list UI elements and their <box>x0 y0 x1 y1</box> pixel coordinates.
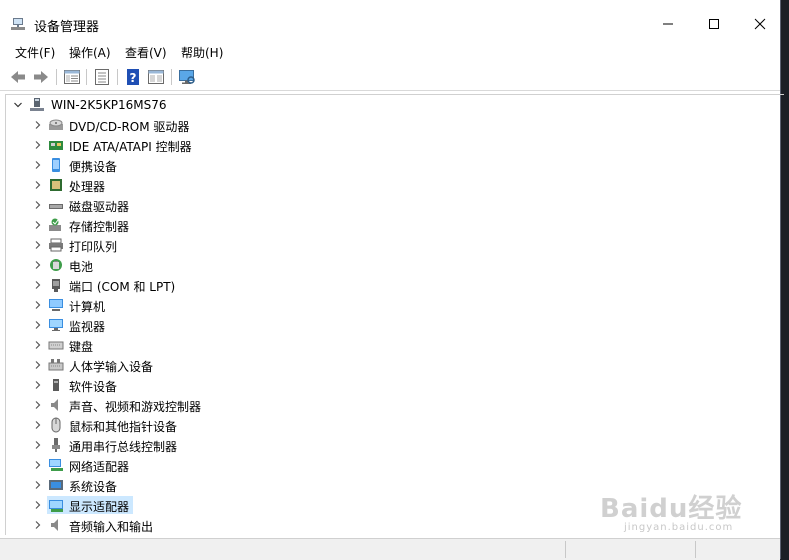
tree-item-label: 键盘 <box>69 340 94 354</box>
back-icon[interactable] <box>9 68 27 86</box>
minimize-icon <box>663 23 673 25</box>
device-manager-window: 设备管理器 文件(F) 操作(A) 查看(V) 帮助(H) ? WIN-2K5K… <box>0 0 784 560</box>
chevron-right-icon[interactable] <box>33 480 43 490</box>
storage-controller-icon <box>49 218 61 231</box>
close-button[interactable] <box>737 8 783 40</box>
tree-item-label: 通用串行总线控制器 <box>69 440 178 454</box>
tree-item-label: 存储控制器 <box>69 220 130 234</box>
help-icon[interactable]: ? <box>124 68 142 86</box>
audio-io-icon <box>51 519 58 531</box>
tree-item-label: IDE ATA/ATAPI 控制器 <box>69 140 192 154</box>
list-view-icon[interactable] <box>93 68 111 86</box>
chevron-right-icon[interactable] <box>33 460 43 470</box>
menu-view[interactable]: 查看(V) <box>125 44 167 61</box>
chevron-right-icon[interactable] <box>33 140 43 150</box>
tree-item-label: 计算机 <box>69 300 106 314</box>
chevron-right-icon[interactable] <box>33 240 43 250</box>
usb-icon <box>52 438 60 452</box>
forward-icon[interactable] <box>32 68 50 86</box>
chevron-right-icon[interactable] <box>33 280 43 290</box>
dvd-drive-icon <box>49 119 63 130</box>
mouse-icon <box>51 417 61 433</box>
speaker-icon <box>51 399 58 411</box>
baidu-watermark: Baidu经验 jingyan.baidu.com <box>600 488 750 543</box>
maximize-icon <box>709 19 719 29</box>
close-icon <box>754 18 766 30</box>
watermark-text: Baidu经验 <box>600 494 743 524</box>
details-view-icon[interactable] <box>147 68 165 86</box>
tree-item-label: 声音、视频和游戏控制器 <box>69 400 202 414</box>
tree-item-label: 处理器 <box>69 180 106 194</box>
tree-item-label: 便携设备 <box>69 160 118 174</box>
menu-file[interactable]: 文件(F) <box>15 44 55 61</box>
tree-item-label: 网络适配器 <box>69 460 130 474</box>
chevron-right-icon[interactable] <box>33 220 43 230</box>
computer-root-icon <box>30 98 44 111</box>
chevron-right-icon[interactable] <box>33 300 43 310</box>
tree-item-label: 音频输入和输出 <box>69 520 154 534</box>
chevron-right-icon[interactable] <box>33 260 43 270</box>
properties-view-icon[interactable] <box>63 68 81 86</box>
processor-icon <box>50 179 62 191</box>
scan-hardware-icon[interactable] <box>178 68 196 86</box>
title-bar[interactable]: 设备管理器 <box>0 0 780 44</box>
display-adapter-icon <box>49 500 63 512</box>
device-manager-app-icon <box>11 18 25 30</box>
tree-item-label: 人体学输入设备 <box>69 360 154 374</box>
printer-icon <box>49 238 63 252</box>
hid-icon <box>48 359 64 371</box>
computer-icon <box>49 299 63 311</box>
network-adapter-icon <box>49 459 63 471</box>
chevron-right-icon[interactable] <box>33 380 43 390</box>
tree-root-label: WIN-2K5KP16MS76 <box>51 98 167 112</box>
window-title: 设备管理器 <box>34 20 100 35</box>
status-cell <box>695 541 696 558</box>
port-icon <box>52 279 60 292</box>
ide-controller-icon <box>49 141 63 150</box>
minimize-button[interactable] <box>645 8 691 40</box>
svg-text:?: ? <box>130 71 137 85</box>
portable-device-icon <box>52 158 60 172</box>
tree-item-label: 软件设备 <box>69 380 118 394</box>
status-cell <box>565 541 566 558</box>
battery-icon <box>50 259 62 271</box>
tree-item-label: 显示适配器 <box>69 500 130 514</box>
keyboard-icon <box>48 341 64 350</box>
system-device-icon <box>49 480 63 490</box>
disk-drive-icon <box>49 204 63 209</box>
menu-help[interactable]: 帮助(H) <box>181 44 223 61</box>
chevron-right-icon[interactable] <box>33 340 43 350</box>
tree-item-label: 端口 (COM 和 LPT) <box>69 280 176 294</box>
tree-item-label: 电池 <box>69 260 94 274</box>
tree-item-label: DVD/CD-ROM 驱动器 <box>69 120 190 134</box>
chevron-right-icon[interactable] <box>33 120 43 130</box>
chevron-right-icon[interactable] <box>33 320 43 330</box>
chevron-down-icon[interactable] <box>13 100 23 110</box>
chevron-right-icon[interactable] <box>33 200 43 210</box>
watermark-subtext: jingyan.baidu.com <box>624 522 734 533</box>
software-device-icon <box>53 379 59 391</box>
tree-item-label: 打印队列 <box>69 240 118 254</box>
monitor-icon <box>49 319 63 331</box>
chevron-right-icon[interactable] <box>33 180 43 190</box>
menu-bar: 文件(F) 操作(A) 查看(V) 帮助(H) <box>0 42 780 64</box>
tree-item-label: 监视器 <box>69 320 106 334</box>
chevron-right-icon[interactable] <box>33 440 43 450</box>
chevron-right-icon[interactable] <box>33 520 43 530</box>
tree-item-label: 系统设备 <box>69 480 118 494</box>
chevron-right-icon[interactable] <box>33 500 43 510</box>
toolbar: ? <box>0 64 780 91</box>
chevron-right-icon[interactable] <box>33 360 43 370</box>
tree-item-label: 磁盘驱动器 <box>69 200 130 214</box>
device-tree[interactable]: WIN-2K5KP16MS76 DVD/CD-ROM 驱动器 IDE ATA/AT… <box>5 94 784 535</box>
chevron-right-icon[interactable] <box>33 400 43 410</box>
maximize-button[interactable] <box>691 8 737 40</box>
menu-action[interactable]: 操作(A) <box>69 44 111 61</box>
chevron-right-icon[interactable] <box>33 160 43 170</box>
chevron-right-icon[interactable] <box>33 420 43 430</box>
tree-item-label: 鼠标和其他指针设备 <box>69 420 178 434</box>
